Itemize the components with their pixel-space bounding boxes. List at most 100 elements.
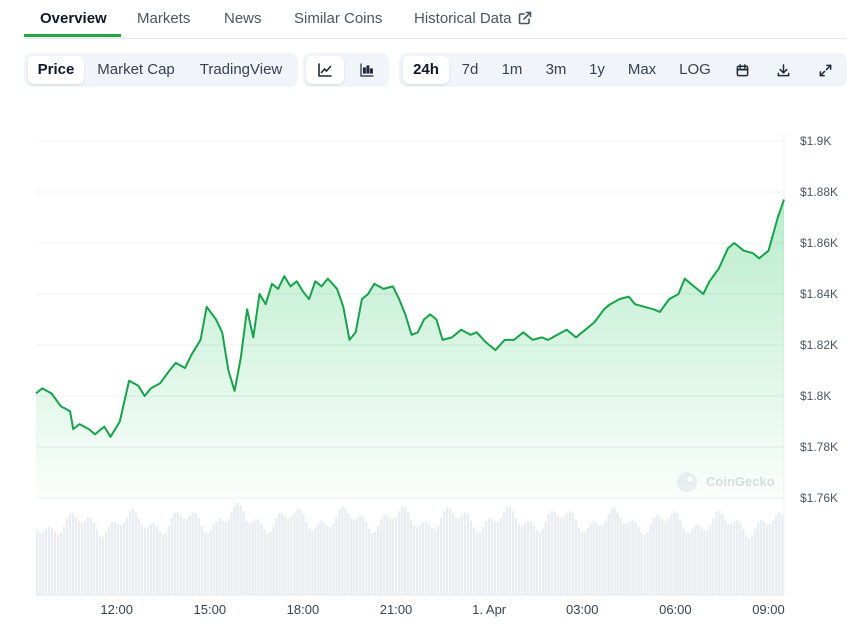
volume-bar: [146, 526, 149, 595]
volume-bar: [83, 520, 87, 595]
volume-bar: [245, 521, 248, 595]
volume-bar: [305, 522, 308, 595]
volume-bar: [661, 519, 664, 595]
volume-bar: [514, 518, 518, 595]
volume-bar: [266, 533, 269, 595]
volume-bar: [209, 530, 212, 595]
volume-bar: [748, 538, 751, 595]
volume-bar: [224, 521, 227, 595]
volume-bar: [365, 521, 368, 595]
volume-bar: [197, 517, 200, 595]
volume-bar: [589, 523, 592, 595]
volume-bar: [380, 519, 383, 595]
x-tick-label: 21:00: [380, 602, 413, 617]
volume-bar: [230, 512, 233, 595]
volume-bar: [724, 519, 727, 595]
volume-bar: [520, 525, 523, 595]
volume-bar: [622, 523, 625, 595]
volume-bar: [706, 530, 709, 595]
volume-bar: [38, 533, 42, 595]
volume-bar: [107, 526, 111, 595]
price-chart[interactable]: $1.9K $1.88K $1.86K $1.84K $1.82K $1.8K $1.78K…: [0, 0, 847, 629]
y-tick-label: $1.88K: [800, 185, 838, 199]
volume-bar: [778, 512, 781, 595]
volume-bar: [152, 523, 155, 595]
volume-bar: [772, 520, 775, 595]
volume-bar: [658, 516, 661, 595]
volume-bar: [505, 506, 509, 595]
volume-bar: [302, 514, 305, 595]
volume-bar: [395, 516, 398, 595]
volume-bar: [239, 505, 242, 595]
volume-bar: [553, 511, 556, 595]
volume-bar: [149, 524, 152, 595]
volume-bar: [433, 529, 437, 595]
volume-bar: [236, 502, 239, 595]
volume-bar: [56, 534, 60, 595]
y-tick-label: $1.8K: [800, 389, 831, 403]
volume-bar: [179, 515, 182, 595]
volume-bar: [478, 531, 482, 595]
volume-bar: [125, 517, 129, 595]
volume-bar: [137, 518, 141, 595]
volume-bar: [353, 519, 356, 595]
volume-bar: [386, 515, 389, 595]
volume-bar: [685, 532, 688, 595]
volume-bar: [194, 512, 197, 595]
volume-bar: [167, 525, 170, 595]
volume-bar: [200, 525, 203, 595]
volume-bar: [293, 512, 296, 595]
volume-bar: [203, 532, 206, 595]
volume-bar: [703, 530, 706, 595]
volume-bar: [284, 516, 287, 595]
volume-bar: [559, 518, 562, 595]
volume-bar: [646, 531, 649, 595]
volume-bar: [583, 532, 586, 595]
volume-bar: [53, 532, 57, 595]
volume-bar: [59, 532, 63, 595]
volume-bar: [634, 522, 637, 595]
volume-bar: [781, 513, 784, 595]
volume-bar: [496, 521, 500, 595]
volume-bar: [290, 516, 293, 595]
volume-bar: [188, 516, 191, 595]
volume-bar: [682, 527, 685, 595]
volume-bar: [272, 525, 275, 595]
volume-bar: [119, 525, 123, 595]
volume-bar: [511, 510, 515, 595]
volume-bar: [377, 525, 380, 595]
volume-bar: [424, 521, 428, 595]
volume-bar: [77, 521, 81, 595]
volume-bar: [562, 517, 565, 595]
volume-bar: [182, 519, 185, 595]
volume-bar: [760, 520, 763, 595]
volume-bar: [754, 528, 757, 595]
volume-bar: [493, 520, 497, 595]
volume-bar: [715, 511, 718, 595]
x-tick-label: 03:00: [566, 602, 599, 617]
volume-bar: [448, 509, 452, 595]
volume-bar: [95, 529, 99, 595]
volume-bar: [278, 513, 281, 595]
price-area: [36, 199, 784, 498]
volume-bar: [185, 519, 188, 595]
y-tick-label: $1.76K: [800, 491, 838, 505]
volume-bar: [427, 523, 431, 595]
volume-bar: [664, 520, 667, 595]
volume-bar: [356, 517, 359, 595]
volume-bar: [463, 512, 467, 595]
volume-bar: [499, 518, 503, 595]
volume-bar: [643, 535, 646, 595]
volume-bar: [730, 523, 733, 595]
volume-bar: [625, 524, 628, 595]
volume-bar: [508, 506, 512, 595]
volume-bar: [676, 513, 679, 595]
volume-bar: [652, 517, 655, 595]
volume-bar: [457, 517, 461, 595]
volume-bar: [74, 516, 78, 595]
volume-bar: [374, 531, 377, 595]
volume-bar: [221, 520, 224, 595]
volume-bar: [341, 506, 344, 595]
volume-bar: [631, 520, 634, 595]
volume-bar: [311, 530, 314, 595]
